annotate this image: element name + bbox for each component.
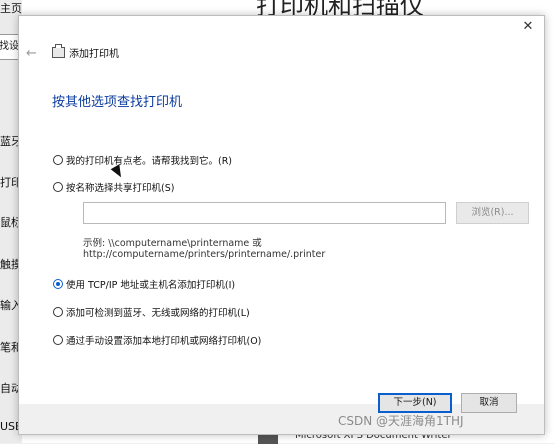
example-text-line1: 示例: \\computername\printername 或: [83, 238, 262, 249]
option-tcp-ip[interactable]: 使用 TCP/IP 地址或主机名添加打印机(I): [53, 277, 235, 291]
radio-old-printer[interactable]: [53, 155, 63, 165]
example-text-line2: http://computername/printers/printername…: [83, 249, 326, 260]
sidebar-item-home[interactable]: 主页: [0, 0, 22, 16]
radio-bluetooth-wireless[interactable]: [53, 307, 63, 317]
option-label: 按名称选择共享打印机(S): [66, 183, 175, 194]
dialog-title: 添加打印机: [69, 49, 119, 60]
radio-shared-by-name[interactable]: [53, 182, 63, 192]
option-bluetooth-wireless[interactable]: 添加可检测到蓝牙、无线或网络的打印机(L): [53, 305, 250, 319]
close-button[interactable]: ✕: [520, 19, 536, 35]
radio-tcp-ip[interactable]: [53, 279, 63, 289]
back-arrow-icon[interactable]: ←: [26, 46, 37, 61]
add-printer-dialog: ✕ ← 添加打印机 按其他选项查找打印机 我的打印机有点老。请帮我找到它。(R)…: [18, 15, 545, 435]
cancel-button[interactable]: 取消: [461, 393, 517, 413]
printer-icon: [52, 44, 65, 58]
option-shared-by-name[interactable]: 按名称选择共享打印机(S): [53, 180, 174, 194]
option-old-printer[interactable]: 我的打印机有点老。请帮我找到它。(R): [53, 153, 232, 167]
printer-name-input[interactable]: [83, 202, 446, 224]
option-manual-local[interactable]: 通过手动设置添加本地打印机或网络打印机(O): [53, 333, 261, 347]
next-button[interactable]: 下一步(N): [378, 393, 452, 413]
radio-manual-local[interactable]: [53, 335, 63, 345]
dialog-heading: 按其他选项查找打印机: [52, 95, 183, 110]
option-label: 使用 TCP/IP 地址或主机名添加打印机(I): [66, 280, 236, 291]
watermark: CSDN @天涯海角1THJ: [338, 414, 464, 428]
option-label: 添加可检测到蓝牙、无线或网络的打印机(L): [66, 308, 250, 319]
browse-button[interactable]: 浏览(R)...: [456, 202, 529, 224]
option-label: 通过手动设置添加本地打印机或网络打印机(O): [66, 336, 262, 347]
option-label: 我的打印机有点老。请帮我找到它。(R): [66, 156, 233, 167]
